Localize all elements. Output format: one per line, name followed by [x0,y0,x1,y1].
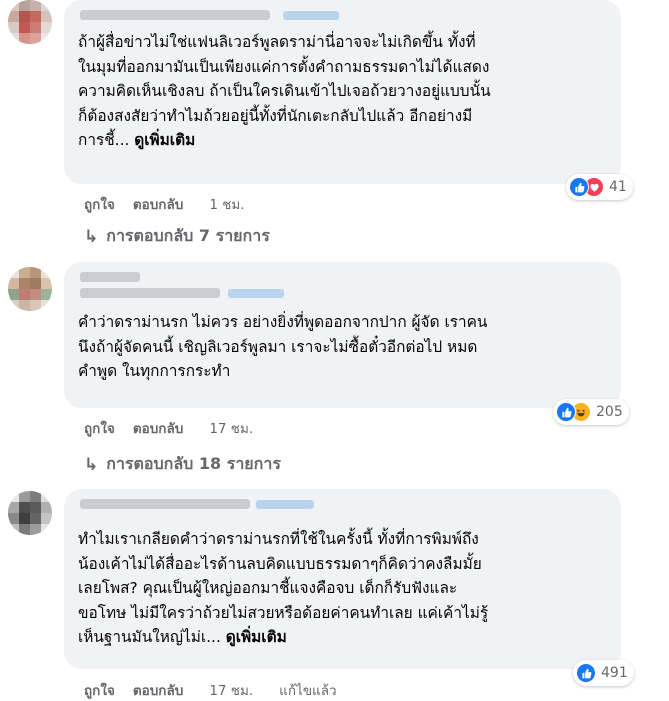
author-name-blurred[interactable] [78,8,607,24]
reaction-count: 41 [609,179,627,195]
reaction-count: 491 [601,665,628,681]
comment-bubble: ทำไมเราเกลียดคำว่าดราม่านรกที่ใช้ในครั้ง… [64,489,621,669]
like-button[interactable]: ถูกใจ [84,417,115,439]
timestamp[interactable]: 17 ชม. [209,679,253,701]
avatar-blurred[interactable] [8,0,52,44]
avatar-blurred[interactable] [8,267,52,311]
timestamp[interactable]: 17 ชม. [209,417,253,439]
reply-button[interactable]: ตอบกลับ [133,193,183,215]
comment-actions: ถูกใจ ตอบกลับ 17 ชม. [84,417,279,439]
reaction-summary[interactable]: 41 [566,174,633,200]
reaction-summary[interactable]: 491 [573,660,634,686]
like-reaction-icon [556,402,576,422]
see-more-link[interactable]: ดูเพิ่มเติม [134,131,195,149]
see-more-link[interactable]: ดูเพิ่มเติม [226,628,287,646]
timestamp[interactable]: 1 ชม. [209,193,244,215]
comment-bubble: ถ้าผู้สื่อข่าวไม่ใช่แฟนลิเวอร์พูลดราม่าน… [64,0,621,184]
view-replies-link[interactable]: ↳ การตอบกลับ 18 รายการ [84,452,281,477]
like-reaction-icon [576,663,596,683]
reaction-count: 205 [596,404,623,420]
comment-actions: ถูกใจ ตอบกลับ 17 ชม. แก้ไขแล้ว [84,679,363,701]
like-button[interactable]: ถูกใจ [84,679,115,701]
view-replies-link[interactable]: ↳ การตอบกลับ 7 รายการ [84,224,270,249]
comment-text: ถ้าผู้สื่อข่าวไม่ใช่แฟนลิเวอร์พูลดราม่าน… [78,33,491,149]
comment-text: ทำไมเราเกลียดคำว่าดราม่านรกที่ใช้ในครั้ง… [78,530,489,646]
reply-button[interactable]: ตอบกลับ [133,679,183,701]
author-name-blurred[interactable] [78,497,607,513]
reply-button[interactable]: ตอบกลับ [133,417,183,439]
comment-text: คำว่าดราม่านรก ไม่ควร อย่างยิ่งที่พูดออก… [78,313,488,380]
like-button[interactable]: ถูกใจ [84,193,115,215]
avatar-blurred[interactable] [8,491,52,535]
reply-arrow-icon: ↳ [84,226,99,247]
comment-bubble: คำว่าดราม่านรก ไม่ควร อย่างยิ่งที่พูดออก… [64,262,621,408]
reply-arrow-icon: ↳ [84,454,99,475]
reaction-summary[interactable]: 205 [553,399,629,425]
author-name-blurred[interactable] [78,270,607,300]
like-reaction-icon [569,177,589,197]
edited-label[interactable]: แก้ไขแล้ว [279,679,336,701]
comment-actions: ถูกใจ ตอบกลับ 1 ชม. [84,193,271,215]
